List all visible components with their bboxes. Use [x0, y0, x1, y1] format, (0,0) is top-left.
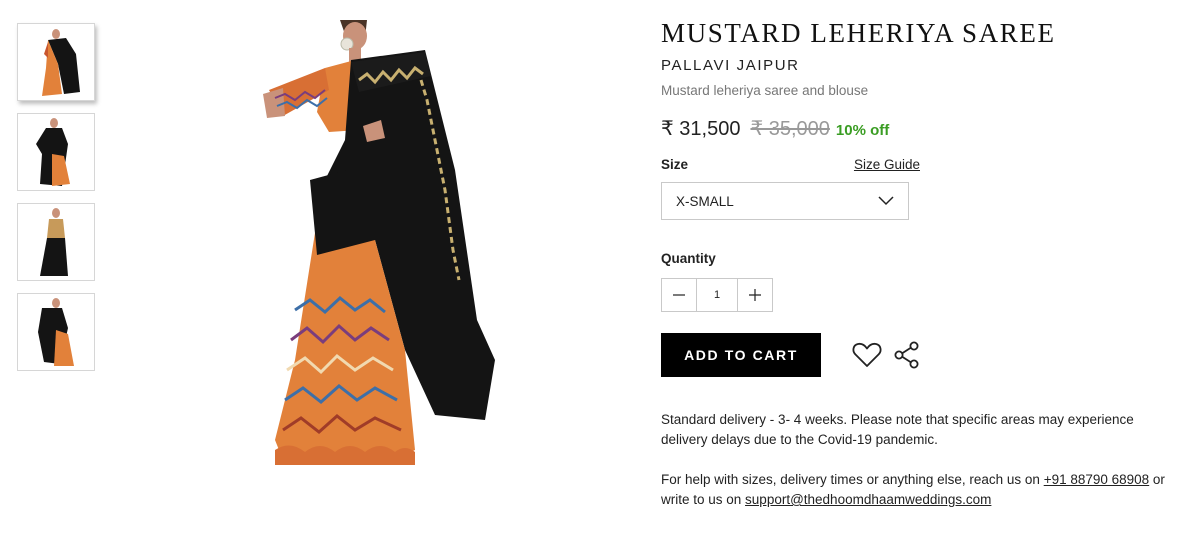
- wishlist-button[interactable]: [852, 340, 882, 370]
- size-select[interactable]: X-SMALL: [661, 182, 909, 220]
- quantity-decrease-button[interactable]: [662, 279, 696, 311]
- thumbnail-image-4: [38, 298, 74, 366]
- quantity-input[interactable]: 1: [696, 279, 738, 311]
- thumbnail-4[interactable]: [17, 293, 95, 371]
- size-label: Size: [661, 157, 689, 172]
- quantity-increase-button[interactable]: [738, 279, 772, 311]
- cart-actions: ADD TO CART: [661, 333, 1181, 377]
- thumbnail-image-2: [36, 118, 70, 186]
- thumbnail-list: [17, 23, 95, 383]
- product-title: MUSTARD LEHERIYA SAREE: [661, 18, 1056, 48]
- heart-icon: [852, 342, 882, 367]
- product-main-image[interactable]: [255, 20, 505, 475]
- quantity-label: Quantity: [661, 251, 716, 266]
- delivery-note: Standard delivery - 3- 4 weeks. Please n…: [661, 412, 1134, 447]
- add-to-cart-button[interactable]: ADD TO CART: [661, 333, 821, 377]
- chevron-down-icon: [878, 196, 894, 206]
- price-row: ₹ 31,500 ₹ 35,000 10% off: [661, 116, 1181, 142]
- share-icon: [894, 341, 919, 369]
- plus-icon: [749, 289, 761, 301]
- product-subtitle: Mustard leheriya saree and blouse: [661, 83, 869, 98]
- thumbnail-3[interactable]: [17, 203, 95, 281]
- thumbnail-2[interactable]: [17, 113, 95, 191]
- share-button[interactable]: [892, 340, 922, 370]
- size-guide-link[interactable]: Size Guide: [854, 157, 920, 172]
- sale-price: ₹ 31,500: [661, 118, 741, 140]
- product-brand[interactable]: PALLAVI JAIPUR: [661, 57, 1181, 74]
- email-link[interactable]: support@thedhoomdhaamweddings.com: [745, 492, 991, 507]
- help-text: For help with sizes, delivery times or a…: [661, 470, 1181, 510]
- quantity-stepper: 1: [661, 278, 773, 312]
- help-text-before: For help with sizes, delivery times or a…: [661, 472, 1044, 487]
- saree-illustration: [263, 20, 495, 465]
- thumbnail-image-1: [42, 29, 80, 96]
- thumbnail-1[interactable]: [17, 23, 95, 101]
- thumbnail-image-3: [40, 208, 68, 276]
- minus-icon: [673, 294, 685, 296]
- discount-badge: 10% off: [835, 122, 890, 139]
- size-selected-value: X-SMALL: [676, 193, 734, 209]
- phone-link[interactable]: +91 88790 68908: [1044, 472, 1149, 487]
- original-price: ₹ 35,000: [750, 118, 830, 140]
- size-header: Size Size Guide: [661, 157, 920, 172]
- product-info: MUSTARD LEHERIYA SAREE PALLAVI JAIPUR Mu…: [661, 18, 1181, 510]
